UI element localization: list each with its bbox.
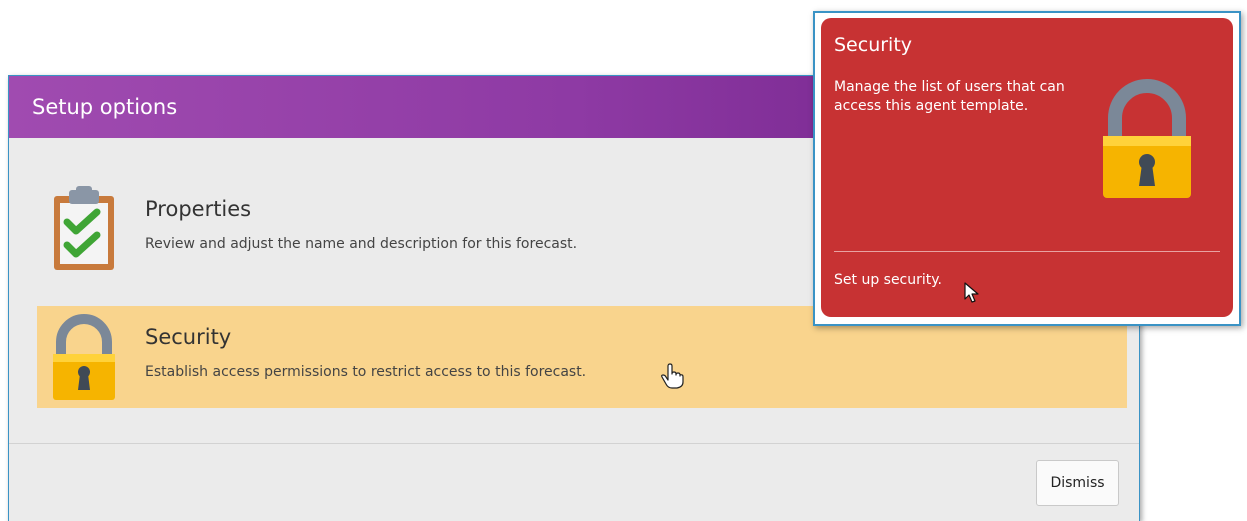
footer-divider	[9, 443, 1139, 444]
option-security-title: Security	[145, 325, 232, 349]
security-tooltip: Security Manage the list of users that c…	[813, 11, 1241, 326]
option-properties-title: Properties	[145, 197, 252, 221]
clipboard-check-icon	[54, 186, 114, 270]
lock-icon	[1103, 79, 1191, 198]
tooltip-description: Manage the list of users that can access…	[834, 79, 1065, 114]
option-security-description: Establish access permissions to restrict…	[145, 364, 587, 380]
security-tooltip-card: Security Manage the list of users that c…	[821, 18, 1233, 317]
arrow-cursor-icon	[964, 282, 979, 303]
lock-icon	[53, 314, 115, 400]
tooltip-divider	[834, 251, 1220, 252]
tooltip-title: Security	[834, 34, 913, 56]
option-properties-description: Review and adjust the name and descripti…	[145, 236, 578, 252]
setup-security-link[interactable]: Set up security.	[834, 272, 942, 288]
hand-cursor-icon	[661, 363, 684, 389]
dismiss-button[interactable]: Dismiss	[1036, 460, 1119, 506]
